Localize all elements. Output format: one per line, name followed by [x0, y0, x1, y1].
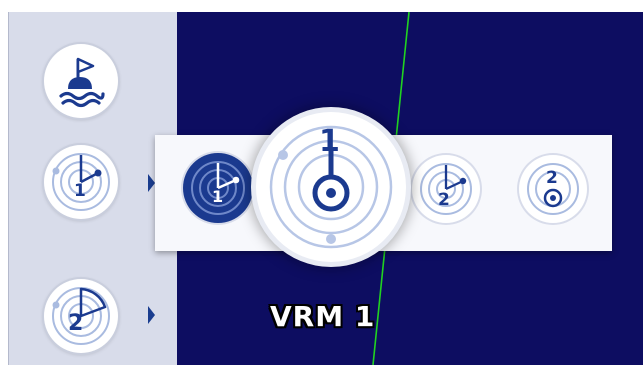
expand-arrow-icon[interactable]: [148, 306, 155, 324]
buoy-icon: [59, 57, 105, 108]
vrm-1-icon: 1: [52, 153, 110, 211]
vrm-1-tool-button[interactable]: 1: [44, 145, 118, 219]
buoy-tool-button[interactable]: [44, 44, 118, 118]
vrm-2-icon: 2: [527, 163, 579, 215]
expand-arrow-icon[interactable]: [148, 174, 155, 192]
option-vrm-1-magnified[interactable]: 1: [256, 112, 406, 262]
app-screen: 1 2 1 2 2 1 VRM 1: [0, 0, 643, 365]
magnified-digit: 1: [319, 124, 340, 159]
vrm-1-icon: 1: [269, 124, 393, 249]
tool-name-label: VRM 1: [270, 300, 376, 333]
option-4-digit: 2: [546, 168, 558, 188]
option-vrm-2-ebl[interactable]: 2: [412, 155, 480, 223]
vrm-2-ebl-icon: 2: [420, 163, 472, 215]
vrm-1-digit: 1: [74, 181, 86, 201]
vrm-2-digit: 2: [68, 311, 83, 336]
option-1-digit: 1: [212, 187, 223, 206]
vrm-2-icon: 2: [52, 287, 110, 345]
option-vrm-2[interactable]: 2: [519, 155, 587, 223]
option-3-digit: 2: [438, 190, 450, 210]
vrm-1-ebl-icon: 1: [191, 161, 245, 215]
option-vrm-1-ebl[interactable]: 1: [183, 153, 253, 223]
vrm-2-tool-button[interactable]: 2: [44, 279, 118, 353]
